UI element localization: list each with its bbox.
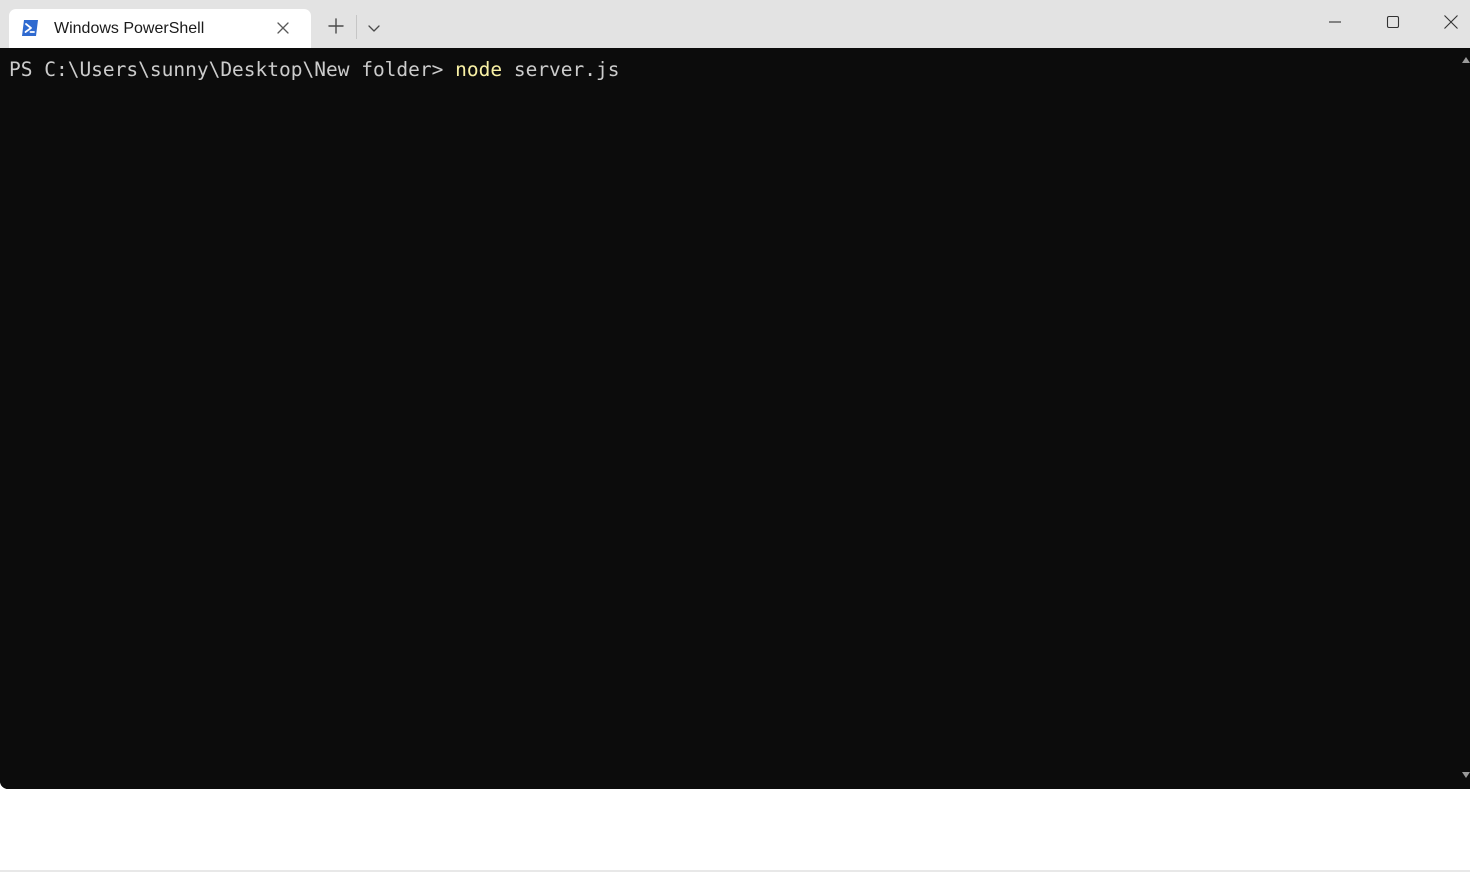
terminal-output[interactable]: PS C:\Users\sunny\Desktop\New folder> no… xyxy=(0,48,1460,789)
minimize-icon xyxy=(1329,21,1341,23)
tab-title: Windows PowerShell xyxy=(54,20,205,37)
scroll-down-arrow-icon[interactable] xyxy=(1462,772,1470,778)
new-tab-button[interactable] xyxy=(318,11,354,41)
minimize-button[interactable] xyxy=(1306,0,1364,44)
tab-dropdown-button[interactable] xyxy=(360,12,388,42)
tab-divider xyxy=(356,15,357,39)
close-icon[interactable] xyxy=(275,20,291,36)
vertical-scrollbar[interactable] xyxy=(1460,48,1470,789)
powershell-icon xyxy=(21,19,39,37)
chevron-down-icon xyxy=(368,25,380,32)
command-name: node xyxy=(455,58,503,81)
maximize-icon xyxy=(1386,15,1400,29)
close-icon xyxy=(1444,15,1458,29)
maximize-button[interactable] xyxy=(1364,0,1422,44)
close-window-button[interactable] xyxy=(1422,0,1470,44)
terminal-window: Windows PowerShell PS C:\Users\sunny\Des… xyxy=(0,0,1470,789)
plus-icon xyxy=(328,18,344,34)
tab-windows-powershell[interactable]: Windows PowerShell xyxy=(9,9,311,48)
command-args: server.js xyxy=(502,58,620,81)
prompt-text: PS C:\Users\sunny\Desktop\New folder> xyxy=(9,58,456,81)
scroll-up-arrow-icon[interactable] xyxy=(1462,57,1470,63)
title-bar[interactable]: Windows PowerShell xyxy=(0,0,1470,48)
command-line: PS C:\Users\sunny\Desktop\New folder> no… xyxy=(9,58,620,82)
